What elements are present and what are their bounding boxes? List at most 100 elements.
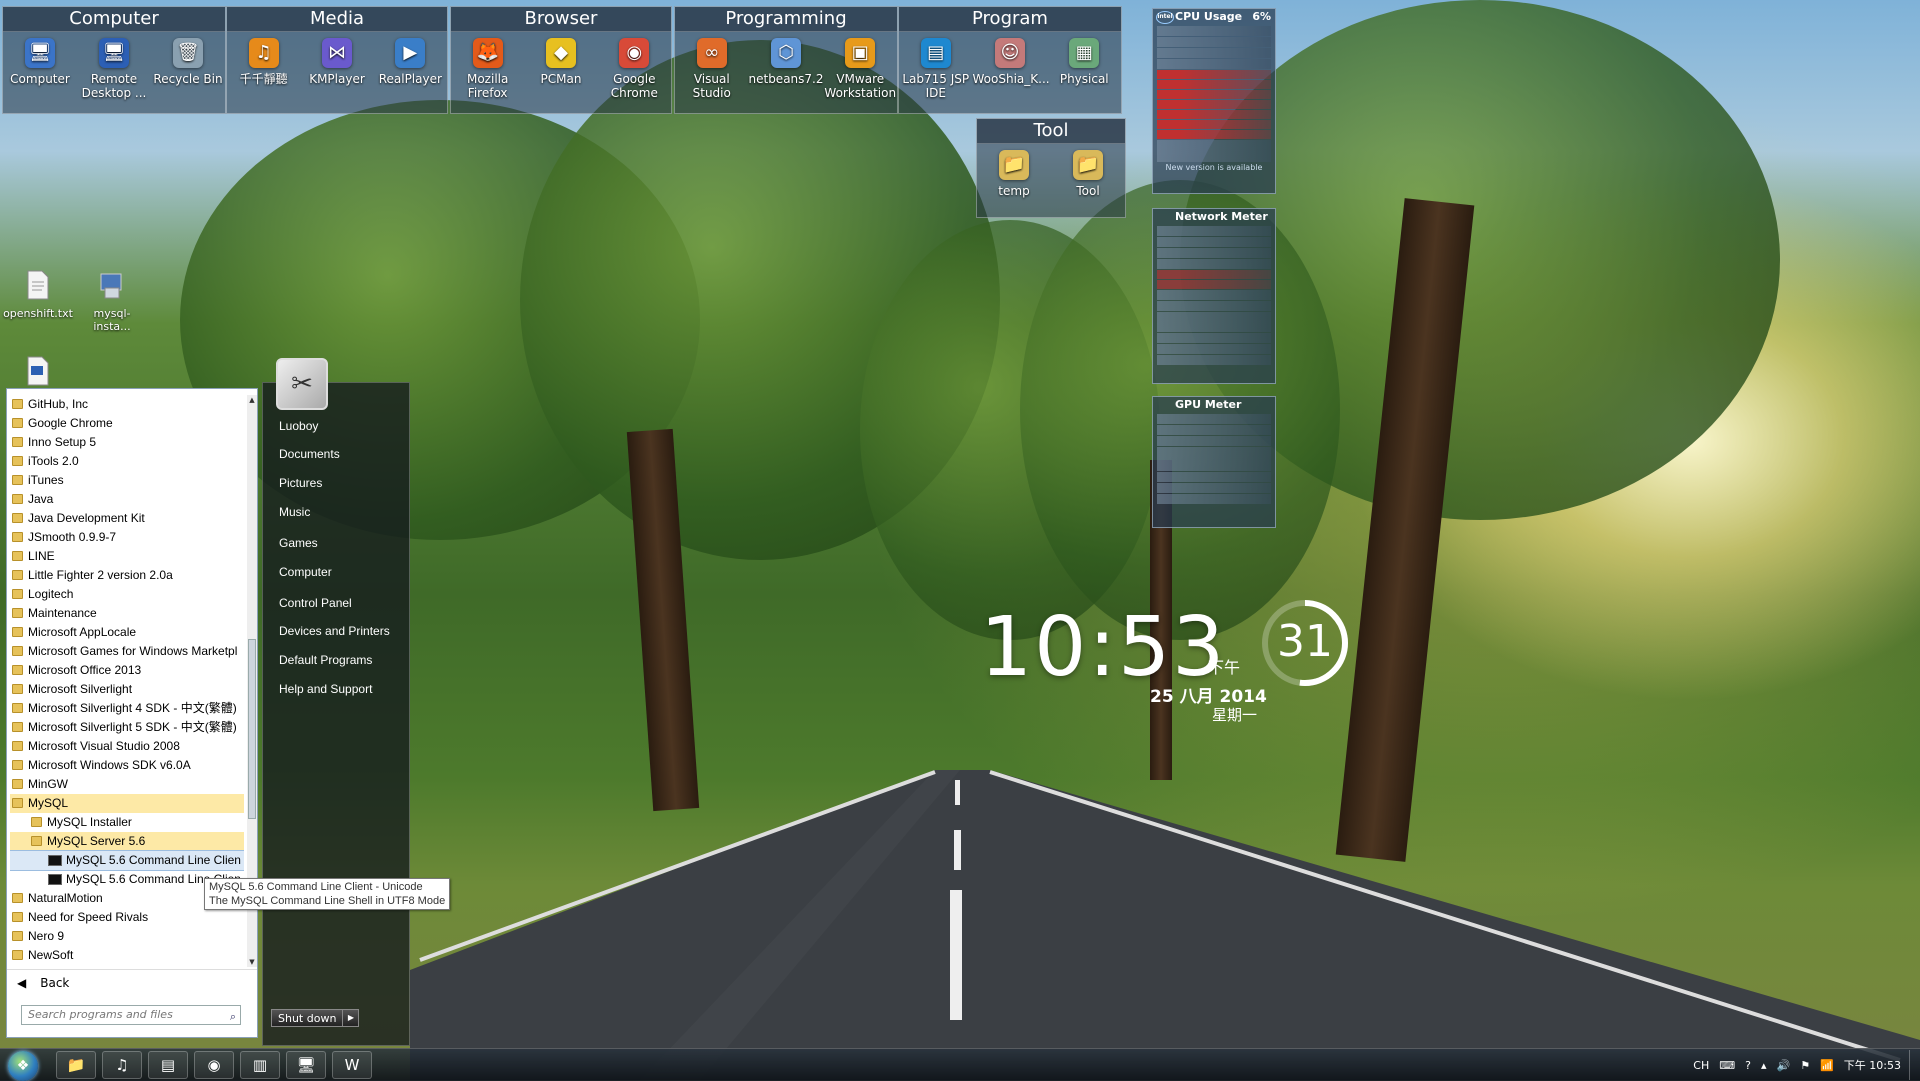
app6-icon: 🖥 [296, 1056, 316, 1074]
shutdown-options-arrow-icon[interactable]: ▶ [343, 1009, 360, 1027]
start-link-control-panel[interactable]: Control Panel [279, 596, 352, 610]
action-center-icon[interactable]: ⚑ [1800, 1059, 1810, 1072]
program-folder[interactable]: Logitech [10, 585, 244, 604]
folder-icon [12, 779, 23, 789]
temp-icon: 📁 [999, 150, 1029, 180]
program-folder[interactable]: JSmooth 0.9.9-7 [10, 528, 244, 547]
tray-clock[interactable]: 下午 10:53 [1844, 1057, 1901, 1073]
program-folder[interactable]: LINE [10, 547, 244, 566]
program-folder[interactable]: iTools 2.0 [10, 452, 244, 471]
desktop-shortcut-remote-desktop[interactable]: 🖥 Remote Desktop ... [77, 38, 151, 100]
desktop-shortcut-tool[interactable]: 📁 Tool [1051, 150, 1125, 198]
scroll-up-icon[interactable]: ▲ [248, 395, 256, 405]
shortcut-label: Visual Studio [692, 72, 731, 100]
desktop-shortcut-physical[interactable]: ▦ Physical [1048, 38, 1122, 100]
word-icon: W [344, 1056, 360, 1074]
desktop-icon-openshift[interactable]: openshift.txt [2, 270, 74, 320]
desktop-shortcut-vmware[interactable]: ▣ VMware Workstation [824, 38, 898, 100]
network-meter-gadget[interactable]: Network Meter [1152, 208, 1276, 384]
program-folder[interactable]: Microsoft Silverlight 4 SDK - 中文(繁體) [10, 699, 244, 718]
start-link-pictures[interactable]: Pictures [279, 476, 322, 490]
taskbar-word-button[interactable]: W [332, 1051, 372, 1079]
start-link-music[interactable]: Music [279, 505, 310, 519]
desktop-shortcut-visual-studio[interactable]: ∞ Visual Studio [675, 38, 749, 100]
folder-icon [12, 741, 23, 751]
desktop-shortcut-kmplayer[interactable]: ⋈ KMPlayer [300, 38, 373, 86]
volume-icon[interactable]: 🔊 [1777, 1059, 1791, 1072]
desktop-shortcut-temp[interactable]: 📁 temp [977, 150, 1051, 198]
program-label: Little Fighter 2 version 2.0a [28, 568, 173, 582]
tray-expand-icon[interactable]: ▴ [1761, 1059, 1767, 1072]
start-link-default-programs[interactable]: Default Programs [279, 653, 372, 667]
program-folder[interactable]: Maintenance [10, 604, 244, 623]
desktop-shortcut-recycle-bin[interactable]: 🗑 Recycle Bin [151, 38, 225, 100]
start-link-games[interactable]: Games [279, 536, 318, 550]
taskbar-app5-button[interactable]: ▥ [240, 1051, 280, 1079]
start-link-documents[interactable]: Documents [279, 447, 340, 461]
program-folder[interactable]: Inno Setup 5 [10, 433, 244, 452]
language-indicator[interactable]: CH [1693, 1059, 1709, 1072]
network-signal-icon[interactable]: 📶 [1820, 1059, 1834, 1072]
windows-logo-icon: ❖ [16, 1058, 30, 1074]
program-folder[interactable]: Little Fighter 2 version 2.0a [10, 566, 244, 585]
desktop-shortcut-realplayer[interactable]: ▶ RealPlayer [374, 38, 447, 86]
program-folder[interactable]: iTunes [10, 471, 244, 490]
program-folder[interactable]: MySQL Server 5.6 [10, 832, 244, 851]
keyboard-icon[interactable]: ⌨ [1719, 1059, 1735, 1072]
scrollbar-thumb[interactable] [248, 639, 256, 819]
program-folder[interactable]: Microsoft AppLocale [10, 623, 244, 642]
start-button[interactable]: ❖ [8, 1051, 38, 1081]
help-icon[interactable]: ? [1745, 1059, 1751, 1072]
desktop-icon-label: openshift.txt [3, 307, 73, 320]
desktop-shortcut-computer[interactable]: 🖥 Computer [3, 38, 77, 100]
text-file-icon [27, 270, 49, 300]
desktop-shortcut-chrome[interactable]: ◉ Google Chrome [598, 38, 671, 100]
program-folder[interactable]: Microsoft Visual Studio 2008 [10, 737, 244, 756]
program-folder[interactable]: Google Chrome [10, 414, 244, 433]
program-folder[interactable]: MinGW [10, 775, 244, 794]
desktop-icon-mysql-installer[interactable]: mysql-insta... [76, 270, 148, 333]
program-folder[interactable]: NewSoft [10, 946, 244, 965]
program-shortcut[interactable]: MySQL 5.6 Command Line Clien [10, 850, 244, 871]
desktop-shortcut-firefox[interactable]: 🦊 Mozilla Firefox [451, 38, 524, 100]
program-folder[interactable]: Java [10, 490, 244, 509]
app3-icon: ▤ [160, 1056, 176, 1074]
program-folder[interactable]: Microsoft Silverlight 5 SDK - 中文(繁體) [10, 718, 244, 737]
desktop-shortcut-pcman[interactable]: ◆ PCMan [524, 38, 597, 100]
program-label: MySQL Installer [47, 815, 132, 829]
taskbar-qianqian-button[interactable]: ♫ [102, 1051, 142, 1079]
show-desktop-button[interactable] [1909, 1050, 1920, 1080]
program-folder[interactable]: Java Development Kit [10, 509, 244, 528]
taskbar-explorer-button[interactable]: 📁 [56, 1051, 96, 1079]
gpu-meter-gadget[interactable]: GPU Meter [1152, 396, 1276, 528]
start-link-help-and-support[interactable]: Help and Support [279, 682, 372, 696]
cpu-usage-gadget[interactable]: intel CPU Usage 6% New version is availab… [1152, 8, 1276, 194]
program-folder[interactable]: Microsoft Silverlight [10, 680, 244, 699]
user-picture-avatar[interactable]: ✂ [276, 358, 328, 410]
search-icon[interactable]: ⌕ [230, 1008, 236, 1026]
program-folder[interactable]: Nero 9 [10, 927, 244, 946]
program-folder[interactable]: Microsoft Games for Windows Marketpl [10, 642, 244, 661]
taskbar-app3-button[interactable]: ▤ [148, 1051, 188, 1079]
desktop-shortcut-qianqian[interactable]: ♫ 千千靜聽 [227, 38, 300, 86]
start-link-luoboy[interactable]: Luoboy [279, 419, 318, 433]
program-folder[interactable]: Microsoft Windows SDK v6.0A [10, 756, 244, 775]
program-folder[interactable]: GitHub, Inc [10, 395, 244, 414]
desktop-shortcut-netbeans[interactable]: ⬡ netbeans7.2 [749, 38, 824, 100]
search-input[interactable]: Search programs and files ⌕ [21, 1005, 241, 1025]
scroll-down-icon[interactable]: ▼ [248, 957, 256, 967]
start-link-devices-and-printers[interactable]: Devices and Printers [279, 624, 390, 638]
program-label: Microsoft AppLocale [28, 625, 137, 639]
shutdown-button[interactable]: Shut down [271, 1009, 344, 1027]
cpu-gadget-footer[interactable]: New version is available [1153, 163, 1275, 172]
start-link-computer[interactable]: Computer [279, 565, 332, 579]
program-folder[interactable]: Need for Speed Rivals [10, 908, 244, 927]
desktop-shortcut-wooshia[interactable]: ☺ WooShia_K... [973, 38, 1050, 100]
desktop-shortcut-lab715[interactable]: ▤ Lab715 JSP IDE [899, 38, 973, 100]
program-folder[interactable]: Microsoft Office 2013 [10, 661, 244, 680]
program-folder[interactable]: MySQL Installer [10, 813, 244, 832]
taskbar-app6-button[interactable]: 🖥 [286, 1051, 326, 1079]
program-folder[interactable]: MySQL [10, 794, 244, 813]
back-button[interactable]: ◀ Back [7, 969, 257, 996]
taskbar-chrome-button[interactable]: ◉ [194, 1051, 234, 1079]
